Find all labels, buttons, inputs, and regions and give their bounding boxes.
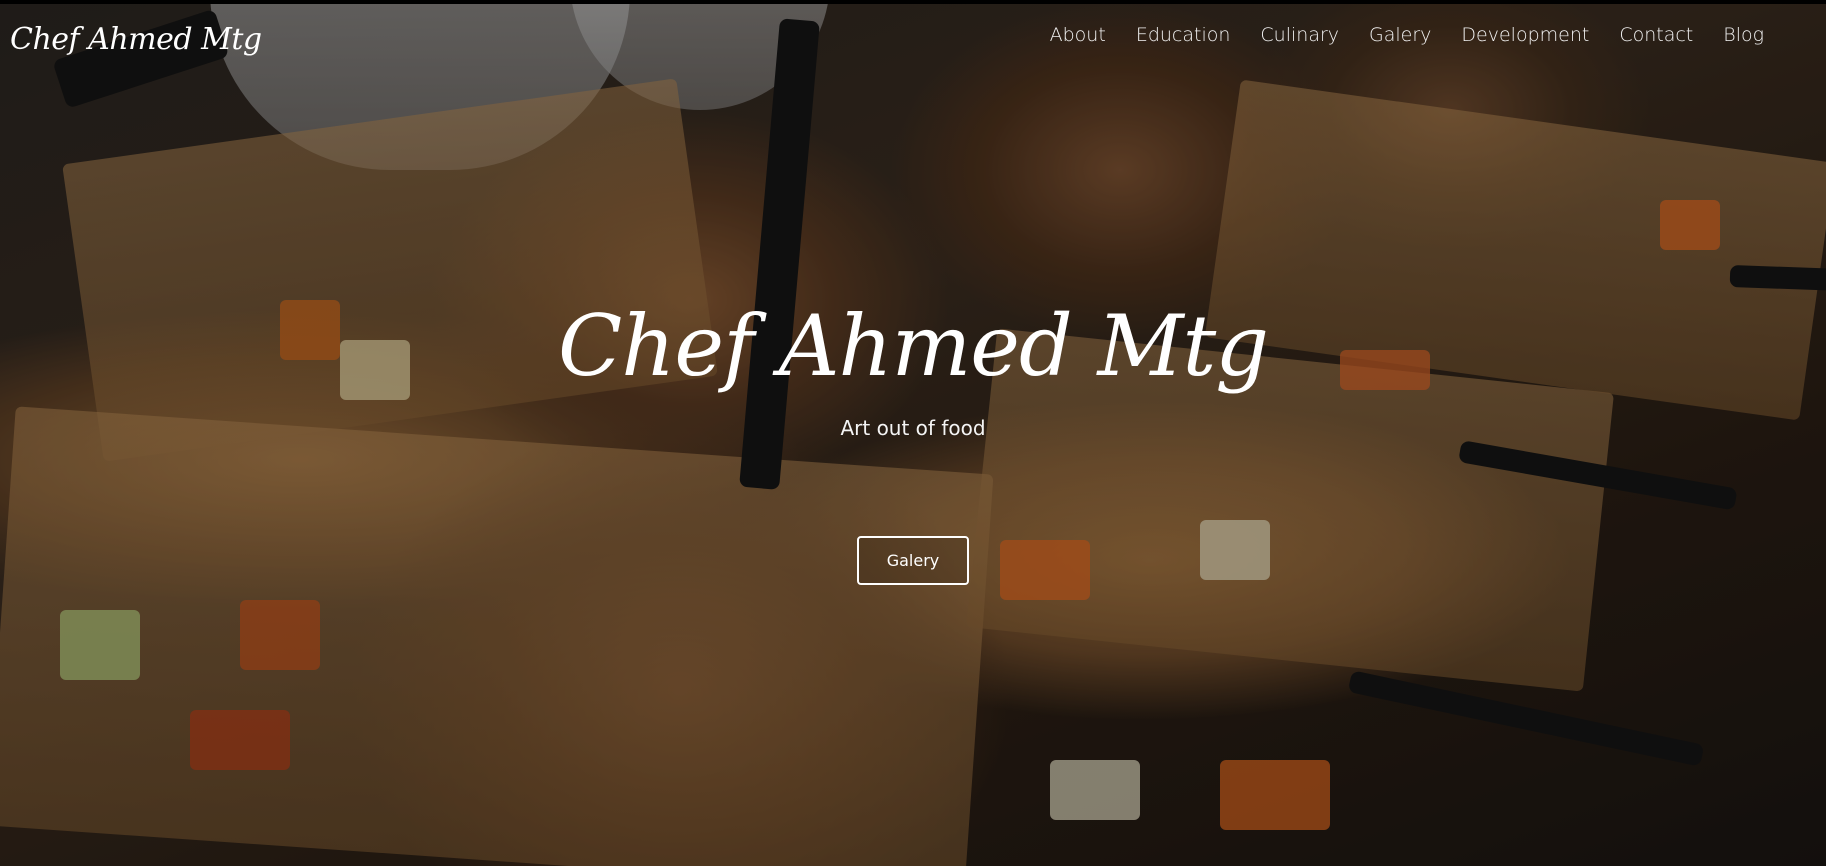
- hero-section: Chef Ahmed Mtg About Education Culinary …: [0, 0, 1826, 866]
- top-border: [0, 0, 1826, 4]
- hero-title: Chef Ahmed Mtg: [557, 297, 1269, 395]
- galery-button[interactable]: Galery: [856, 536, 970, 586]
- nav-item-education[interactable]: Education: [1136, 24, 1231, 46]
- nav-item-contact[interactable]: Contact: [1619, 24, 1693, 46]
- brand-logo[interactable]: Chef Ahmed Mtg: [10, 22, 262, 57]
- nav-item-blog[interactable]: Blog: [1723, 24, 1764, 46]
- hero-subtitle: Art out of food: [840, 416, 986, 441]
- hero-content: Chef Ahmed Mtg Art out of food Galery: [0, 297, 1826, 586]
- nav-item-about[interactable]: About: [1050, 24, 1106, 46]
- main-nav: About Education Culinary Galery Developm…: [1050, 24, 1764, 46]
- nav-item-galery[interactable]: Galery: [1369, 24, 1431, 46]
- nav-item-culinary[interactable]: Culinary: [1260, 24, 1339, 46]
- nav-item-development[interactable]: Development: [1461, 24, 1589, 46]
